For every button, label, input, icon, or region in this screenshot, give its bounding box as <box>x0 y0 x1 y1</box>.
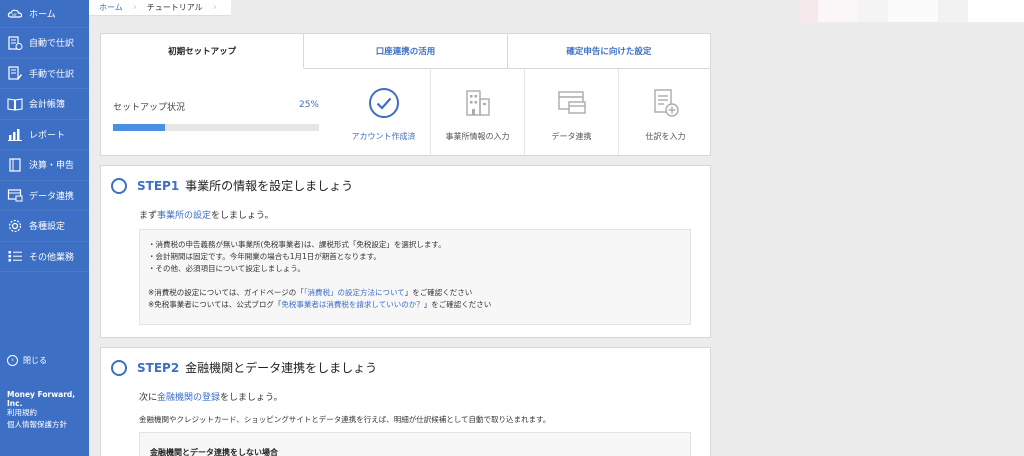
sidebar: MF ホーム 自動で仕訳 手動で仕訳 会計帳簿 レポート 決算・申告 データ連携… <box>0 0 89 456</box>
step2-sub-prefix: 次に <box>139 393 158 403</box>
breadcrumb-separator: › <box>212 2 217 13</box>
setup-progress: セットアップ状況 25% <box>113 100 319 131</box>
sidebar-item-label: ホーム <box>29 10 56 20</box>
step2-title: 金融機関とデータ連携をしましょう <box>185 361 378 375</box>
ref-suffix: 」をご確認ください <box>404 288 473 297</box>
sidebar-item-label: 各種設定 <box>29 222 66 233</box>
note-line: ・消費税の申告義務が無い事業所(免税事業者)は、課税形式「免税設定」を選択します… <box>148 240 446 249</box>
sidebar-item-label: 自動で仕訳 <box>29 39 75 50</box>
progress-bar <box>113 124 319 131</box>
sidebar-item-data-link[interactable]: データ連携 <box>0 181 89 211</box>
journal-add-icon <box>653 89 679 117</box>
step2-tag: STEP2 <box>137 360 180 375</box>
sidebar-item-report[interactable]: レポート <box>0 120 89 150</box>
breadcrumb-current: チュートリアル <box>146 3 203 12</box>
sidebar-close-label: 閉じる <box>23 356 47 365</box>
sidebar-item-auto-journal[interactable]: 自動で仕訳 <box>0 28 89 59</box>
step-journal-entry[interactable]: 仕訳を入力 <box>618 69 712 155</box>
step1-instruction: まず事業所の設定をしましょう。 <box>139 208 274 221</box>
privacy-link[interactable]: 個人情報保護方針 <box>7 419 67 430</box>
blog-reference: ※免税事業者については、公式ブログ「免税事業者は消費税を請求していいのか？」をご… <box>148 299 690 311</box>
sidebar-item-label: レポート <box>29 130 66 141</box>
company-name: Money Forward, Inc. <box>7 390 76 408</box>
sidebar-item-label: 会計帳簿 <box>29 100 66 111</box>
document-icon <box>7 157 23 173</box>
sidebar-item-label: 決算・申告 <box>29 161 75 172</box>
step-account-created[interactable]: アカウント作成済 <box>337 69 430 155</box>
check-circle-icon <box>368 88 399 118</box>
header-decoration <box>800 0 1024 22</box>
sidebar-item-home[interactable]: MF ホーム <box>0 0 89 28</box>
sidebar-close-button[interactable]: ‹ 閉じる <box>7 355 47 366</box>
setup-progress-percent: 25% <box>298 100 319 110</box>
step-label: 事業所情報の入力 <box>445 132 510 141</box>
tax-exempt-blog-link[interactable]: 免税事業者は消費税を請求していいのか？ <box>281 300 423 309</box>
tutorial-panel: 初期セットアップ 口座連携の活用 確定申告に向けた設定 セットアップ状況 25%… <box>100 33 711 156</box>
office-settings-link[interactable]: 事業所の設定 <box>157 211 211 221</box>
sidebar-item-other[interactable]: その他業務 <box>0 242 89 272</box>
sidebar-item-settings[interactable]: 各種設定 <box>0 211 89 242</box>
card-link-icon <box>557 91 586 114</box>
terms-link[interactable]: 利用規約 <box>7 407 37 418</box>
step-data-link[interactable]: データ連携 <box>524 69 618 155</box>
building-icon <box>465 90 490 116</box>
step-label: 仕訳を入力 <box>645 132 686 141</box>
step1-title: 事業所の情報を設定しましょう <box>185 179 354 193</box>
step1-sub-prefix: まず <box>139 211 158 221</box>
setup-steps: アカウント作成済 事業所情報の入力 データ連携 仕訳を入力 <box>337 69 712 155</box>
sidebar-item-ledger[interactable]: 会計帳簿 <box>0 89 89 120</box>
tax-guide-reference: ※消費税の設定については、ガイドページの「「消費税」の設定方法について」をご確認… <box>148 287 690 299</box>
step2-instruction: 次に金融機関の登録をしましょう。 <box>139 390 283 403</box>
sidebar-item-label: データ連携 <box>29 191 75 202</box>
step-label: アカウント作成済 <box>351 132 416 141</box>
chevron-left-icon: ‹ <box>7 355 18 366</box>
mf-cloud-logo-icon: MF <box>7 6 23 22</box>
tab-account-link[interactable]: 口座連携の活用 <box>304 34 508 69</box>
step2-sub-suffix: をしましょう。 <box>220 393 283 403</box>
step-status-circle-icon <box>111 177 127 194</box>
setup-progress-label: セットアップ状況 <box>113 103 186 113</box>
sidebar-item-closing[interactable]: 決算・申告 <box>0 150 89 181</box>
sidebar-item-label: 手動で仕訳 <box>29 69 75 80</box>
bank-registration-link[interactable]: 金融機関の登録 <box>157 393 220 403</box>
ledger-book-icon <box>7 96 23 112</box>
sidebar-item-label: その他業務 <box>29 252 75 263</box>
step1-tag: STEP1 <box>137 178 180 193</box>
tab-tax-return[interactable]: 確定申告に向けた設定 <box>507 34 710 69</box>
ref-prefix: ※免税事業者については、公式ブログ「 <box>148 300 282 309</box>
step-label: データ連携 <box>551 132 592 141</box>
step-office-info[interactable]: 事業所情報の入力 <box>430 69 524 155</box>
tab-initial-setup[interactable]: 初期セットアップ <box>101 34 305 69</box>
tutorial-tabs: 初期セットアップ 口座連携の活用 確定申告に向けた設定 <box>101 34 710 69</box>
step2-card: STEP2 金融機関とデータ連携をしましょう 次に金融機関の登録をしましょう。 … <box>100 347 711 456</box>
step1-header: STEP1 事業所の情報を設定しましょう <box>111 177 353 194</box>
data-link-icon <box>7 187 23 203</box>
bar-chart-icon <box>7 126 23 142</box>
tax-guide-link[interactable]: 「消費税」の設定方法について <box>304 288 405 297</box>
ref-suffix: 」をご確認ください <box>423 300 492 309</box>
svg-text:MF: MF <box>12 13 17 17</box>
breadcrumb-home-link[interactable]: ホーム <box>89 2 133 13</box>
breadcrumb: ホーム › チュートリアル › <box>89 0 231 16</box>
progress-bar-fill <box>113 124 165 131</box>
step2-header: STEP2 金融機関とデータ連携をしましょう <box>111 359 377 376</box>
note-line: ・会計期間は固定です。今年開業の場合も1月1日が期首となります。 <box>148 252 381 261</box>
note-line: ・その他、必須項目について設定しましょう。 <box>148 264 305 273</box>
step1-notes: ・消費税の申告義務が無い事業所(免税事業者)は、課税形式「免税設定」を選択します… <box>139 229 691 325</box>
step1-sub-suffix: をしましょう。 <box>211 211 274 221</box>
no-link-box-title: 金融機関とデータ連携をしない場合 <box>139 432 691 456</box>
step1-card: STEP1 事業所の情報を設定しましょう まず事業所の設定をしましょう。 ・消費… <box>100 165 711 338</box>
auto-journal-icon <box>7 35 23 51</box>
step2-description: 金融機関やクレジットカード、ショッピングサイトとデータ連携を行えば、明細が仕訳候… <box>139 415 551 424</box>
step-status-circle-icon <box>111 359 127 376</box>
manual-journal-icon <box>7 65 23 81</box>
sidebar-item-manual-journal[interactable]: 手動で仕訳 <box>0 59 89 89</box>
list-icon <box>7 248 23 264</box>
gear-icon <box>7 218 23 234</box>
ref-prefix: ※消費税の設定については、ガイドページの「 <box>148 288 304 297</box>
